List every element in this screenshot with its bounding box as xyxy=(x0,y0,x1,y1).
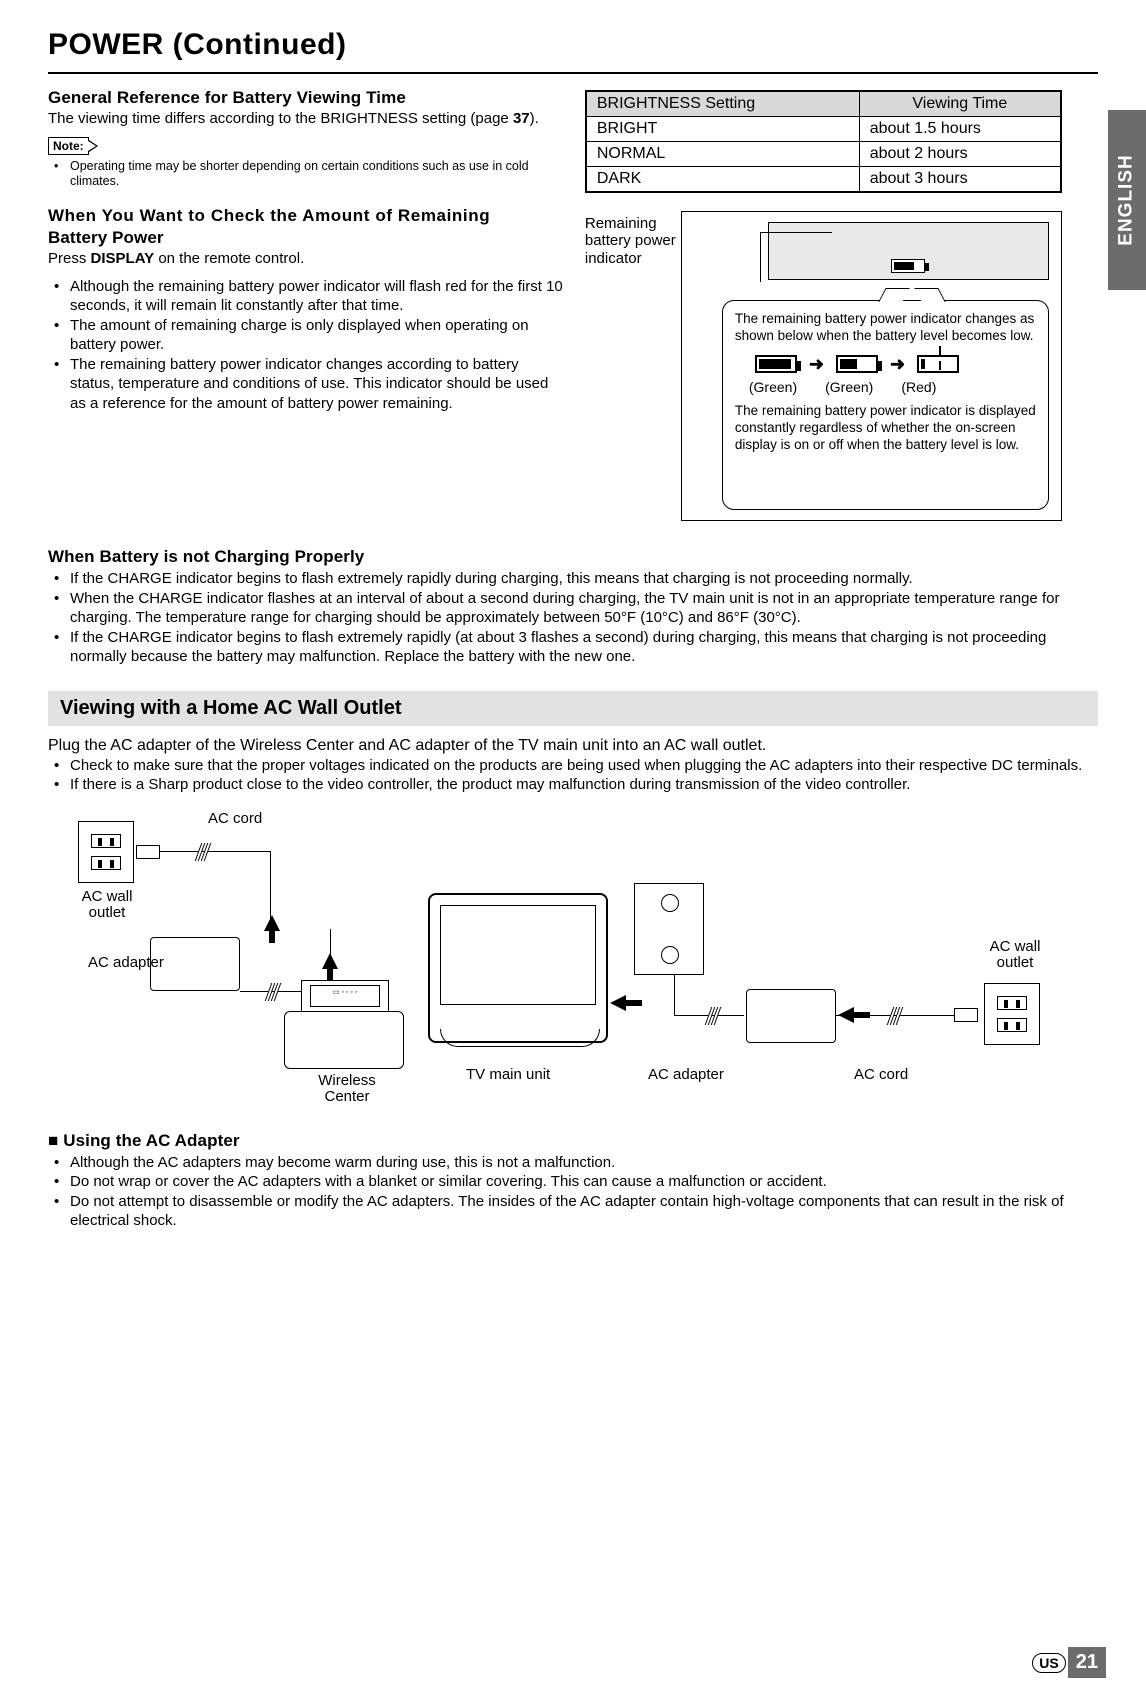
title-rule xyxy=(48,72,1098,74)
section-bar-ac-outlet: Viewing with a Home AC Wall Outlet xyxy=(48,691,1098,726)
note-tag: Note: xyxy=(48,137,89,155)
section-heading-not-charging: When Battery is not Charging Properly xyxy=(48,547,1098,567)
ac-outlet-right xyxy=(984,983,1040,1045)
ac-outlet-bullets: Check to make sure that the proper volta… xyxy=(48,756,1098,795)
bullet: If the CHARGE indicator begins to flash … xyxy=(60,569,1098,589)
press-display-line: Press DISPLAY on the remote control. xyxy=(48,250,565,269)
remaining-indicator-label: Remaining battery power indicator xyxy=(585,215,677,267)
page-title: POWER (Continued) xyxy=(48,28,1098,62)
region-badge: US xyxy=(1032,1653,1065,1673)
brightness-table: BRIGHTNESS Setting Viewing Time BRIGHT a… xyxy=(585,90,1062,193)
using-ac-adapter-bullets: Although the AC adapters may become warm… xyxy=(48,1153,1098,1231)
note-list: Operating time may be shorter depending … xyxy=(48,159,565,190)
bullet: The amount of remaining charge is only d… xyxy=(60,316,565,355)
page-footer: US 21 xyxy=(1032,1647,1106,1678)
label-ac-adapter-left: AC adapter xyxy=(88,955,164,972)
battery-icon-full xyxy=(755,355,797,373)
table-row: BRIGHT about 1.5 hours xyxy=(586,117,1061,142)
arrow-icon: ➜ xyxy=(890,353,905,376)
arrow-icon xyxy=(322,953,338,969)
bullet: When the CHARGE indicator flashes at an … xyxy=(60,589,1098,628)
bullet: Although the AC adapters may become warm… xyxy=(60,1153,1098,1173)
remaining-bullets: Although the remaining battery power ind… xyxy=(48,277,565,414)
tv-main-unit xyxy=(428,893,608,1043)
label-ac-cord-right: AC cord xyxy=(854,1067,908,1084)
bullet: Check to make sure that the proper volta… xyxy=(60,756,1098,776)
table-row: NORMAL about 2 hours xyxy=(586,142,1061,167)
label-ac-wall-left: AC wall outlet xyxy=(72,889,142,922)
screen-rect xyxy=(768,222,1049,280)
bullet: Although the remaining battery power ind… xyxy=(60,277,565,316)
tv-side-panel xyxy=(634,883,704,975)
ac-adapter-right xyxy=(746,989,836,1043)
battery-icon-half xyxy=(836,355,878,373)
section-heading-using-ac-adapter: ■ Using the AC Adapter xyxy=(48,1131,1098,1151)
arrow-icon xyxy=(838,1007,854,1023)
note-item: Operating time may be shorter depending … xyxy=(60,159,565,190)
battery-color-labels: (Green) (Green) (Red) xyxy=(749,379,1036,397)
bullet: Do not attempt to disassemble or modify … xyxy=(60,1192,1098,1231)
arrow-icon xyxy=(610,995,626,1011)
battery-icon-low xyxy=(917,355,959,373)
ac-outlet-intro: Plug the AC adapter of the Wireless Cent… xyxy=(48,736,1098,756)
th-time: Viewing Time xyxy=(859,91,1061,117)
callout-box: The remaining battery power indicator ch… xyxy=(722,300,1049,510)
label-wireless-center: Wireless Center xyxy=(302,1073,392,1106)
arrow-icon xyxy=(264,915,280,931)
ac-outlet-left xyxy=(78,821,134,883)
connection-diagram: AC wall outlet AC cord AC adapter ▭ ◦ ◦ … xyxy=(78,811,1058,1111)
section-heading-check-remaining-l2: Battery Power xyxy=(48,228,565,248)
language-tab-text: ENGLISH xyxy=(1116,154,1138,245)
label-ac-adapter-right: AC adapter xyxy=(648,1067,724,1084)
table-row: DARK about 3 hours xyxy=(586,167,1061,193)
arrow-icon: ➜ xyxy=(809,353,824,376)
battery-icon-small xyxy=(891,259,925,273)
section-heading-viewing-time: General Reference for Battery Viewing Ti… xyxy=(48,88,565,108)
label-tv-main: TV main unit xyxy=(466,1067,550,1084)
section-body-viewing-time: The viewing time differs according to th… xyxy=(48,110,565,129)
battery-level-row: ➜ ➜ xyxy=(755,353,1036,376)
bullet: If there is a Sharp product close to the… xyxy=(60,775,1098,795)
callout-text-1: The remaining battery power indicator ch… xyxy=(735,311,1036,345)
label-ac-wall-right: AC wall outlet xyxy=(980,939,1050,972)
bullet: If the CHARGE indicator begins to flash … xyxy=(60,628,1098,667)
label-ac-cord-left: AC cord xyxy=(208,811,262,828)
bullet: Do not wrap or cover the AC adapters wit… xyxy=(60,1172,1098,1192)
not-charging-bullets: If the CHARGE indicator begins to flash … xyxy=(48,569,1098,667)
wireless-center: ▭ ◦ ◦ ◦ ◦ xyxy=(284,1011,404,1069)
bullet: The remaining battery power indicator ch… xyxy=(60,355,565,414)
callout-text-2: The remaining battery power indicator is… xyxy=(735,403,1036,454)
language-tab: ENGLISH xyxy=(1108,110,1146,290)
section-heading-check-remaining-l1: When You Want to Check the Amount of Rem… xyxy=(48,206,565,226)
th-setting: BRIGHTNESS Setting xyxy=(586,91,859,117)
battery-diagram-box: The remaining battery power indicator ch… xyxy=(681,211,1062,521)
page-number: 21 xyxy=(1068,1647,1106,1678)
wireless-center-back-panel: ▭ ◦ ◦ ◦ ◦ xyxy=(301,980,389,1012)
